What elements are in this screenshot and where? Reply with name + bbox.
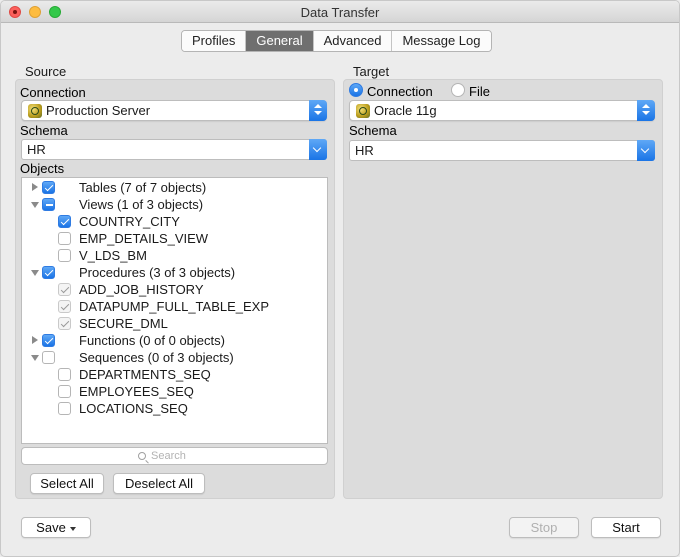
departments-seq-checkbox[interactable] [58,368,71,381]
source-section-label: Source [25,64,67,79]
target-connection-value: Oracle 11g [374,103,437,118]
source-connection-popup[interactable]: Production Server [21,100,327,121]
target-schema-label: Schema [349,123,397,138]
locations-seq-checkbox[interactable] [58,402,71,415]
caret-down-icon [69,527,76,531]
tab-message-log[interactable]: Message Log [392,31,491,51]
title-bar: Data Transfer [1,1,679,23]
tree-row-label: Views (1 of 3 objects) [79,197,204,212]
chevron-down-icon[interactable] [637,140,655,161]
tab-general[interactable]: General [246,31,314,51]
procedures-checkbox[interactable] [42,266,55,279]
tree-row-label: V_LDS_BM [79,248,147,263]
target-connection-radio[interactable] [349,83,363,97]
country-city-checkbox[interactable] [58,215,71,228]
source-schema-label: Schema [20,123,68,138]
tree-row-label: LOCATIONS_SEQ [79,401,188,416]
tree-row-add-job-history[interactable]: ADD_JOB_HISTORY [22,281,327,298]
tree-row-label: Procedures (3 of 3 objects) [79,265,236,280]
source-schema-value: HR [27,142,46,157]
save-button-label: Save [36,520,66,535]
deselect-all-button[interactable]: Deselect All [113,473,205,494]
tree-row-datapump-full-table-exp[interactable]: DATAPUMP_FULL_TABLE_EXP [22,298,327,315]
tree-row-label: Functions (0 of 0 objects) [79,333,225,348]
tree-row-departments-seq[interactable]: DEPARTMENTS_SEQ [22,366,327,383]
database-server-icon [28,104,42,118]
updown-arrows-icon [309,100,327,121]
select-all-button[interactable]: Select All [30,473,104,494]
objects-label: Objects [20,161,65,176]
tab-profiles[interactable]: Profiles [182,31,247,51]
add-job-history-checkbox[interactable] [58,283,71,296]
tree-row-sequences[interactable]: Sequences (0 of 3 objects) [22,349,327,366]
target-connection-radio-label[interactable]: Connection [367,84,433,99]
tree-row-emp-details-view[interactable]: EMP_DETAILS_VIEW [22,230,327,247]
tree-row-functions[interactable]: Functions (0 of 0 objects) [22,332,327,349]
chevron-down-icon[interactable] [309,139,327,160]
tree-row-secure-dml[interactable]: SECURE_DML [22,315,327,332]
objects-search-field[interactable] [21,447,328,465]
disclosure-expanded-icon[interactable] [31,202,39,208]
source-connection-label: Connection [20,85,86,100]
tree-row-procedures[interactable]: Procedures (3 of 3 objects) [22,264,327,281]
tree-row-tables[interactable]: Tables (7 of 7 objects) [22,179,327,196]
tree-row-label: DATAPUMP_FULL_TABLE_EXP [79,299,270,314]
updown-arrows-icon [637,100,655,121]
disclosure-expanded-icon[interactable] [31,270,39,276]
search-icon [138,452,146,460]
tree-row-label: DEPARTMENTS_SEQ [79,367,211,382]
tree-row-label: ADD_JOB_HISTORY [79,282,204,297]
tree-row-label: EMPLOYEES_SEQ [79,384,194,399]
tree-row-country-city[interactable]: COUNTRY_CITY [22,213,327,230]
target-file-radio-label[interactable]: File [469,84,490,99]
tab-bar: Profiles General Advanced Message Log [181,30,492,52]
start-button[interactable]: Start [591,517,661,538]
search-input[interactable] [151,450,211,462]
window-title: Data Transfer [300,5,380,20]
target-schema-value: HR [355,143,374,158]
target-section-label: Target [353,64,390,79]
tree-row-label: Sequences (0 of 3 objects) [79,350,234,365]
tree-row-employees-seq[interactable]: EMPLOYEES_SEQ [22,383,327,400]
tree-row-views[interactable]: Views (1 of 3 objects) [22,196,327,213]
tree-row-v-lds-bm[interactable]: V_LDS_BM [22,247,327,264]
views-checkbox[interactable] [42,198,55,211]
disclosure-collapsed-icon[interactable] [32,336,38,344]
disclosure-collapsed-icon[interactable] [32,183,38,191]
secure-dml-checkbox[interactable] [58,317,71,330]
functions-checkbox[interactable] [42,334,55,347]
datapump-full-table-exp-checkbox[interactable] [58,300,71,313]
sequences-checkbox[interactable] [42,351,55,364]
database-server-icon [356,104,370,118]
emp-details-view-checkbox[interactable] [58,232,71,245]
source-connection-value: Production Server [46,103,151,118]
target-schema-combo[interactable]: HR [349,140,655,161]
objects-tree[interactable]: Tables (7 of 7 objects) Views (1 of 3 ob… [21,177,328,444]
tree-row-label: Tables (7 of 7 objects) [79,180,207,195]
tree-row-label: EMP_DETAILS_VIEW [79,231,209,246]
source-schema-combo[interactable]: HR [21,139,327,160]
tab-advanced[interactable]: Advanced [313,31,393,51]
tree-row-label: COUNTRY_CITY [79,214,180,229]
tables-checkbox[interactable] [42,181,55,194]
stop-button[interactable]: Stop [509,517,579,538]
tree-row-label: SECURE_DML [79,316,168,331]
disclosure-expanded-icon[interactable] [31,355,39,361]
save-button[interactable]: Save [21,517,91,538]
employees-seq-checkbox[interactable] [58,385,71,398]
data-transfer-window: Data Transfer Profiles General Advanced … [0,0,680,557]
v-lds-bm-checkbox[interactable] [58,249,71,262]
target-file-radio[interactable] [451,83,465,97]
target-connection-popup[interactable]: Oracle 11g [349,100,655,121]
tree-row-locations-seq[interactable]: LOCATIONS_SEQ [22,400,327,417]
